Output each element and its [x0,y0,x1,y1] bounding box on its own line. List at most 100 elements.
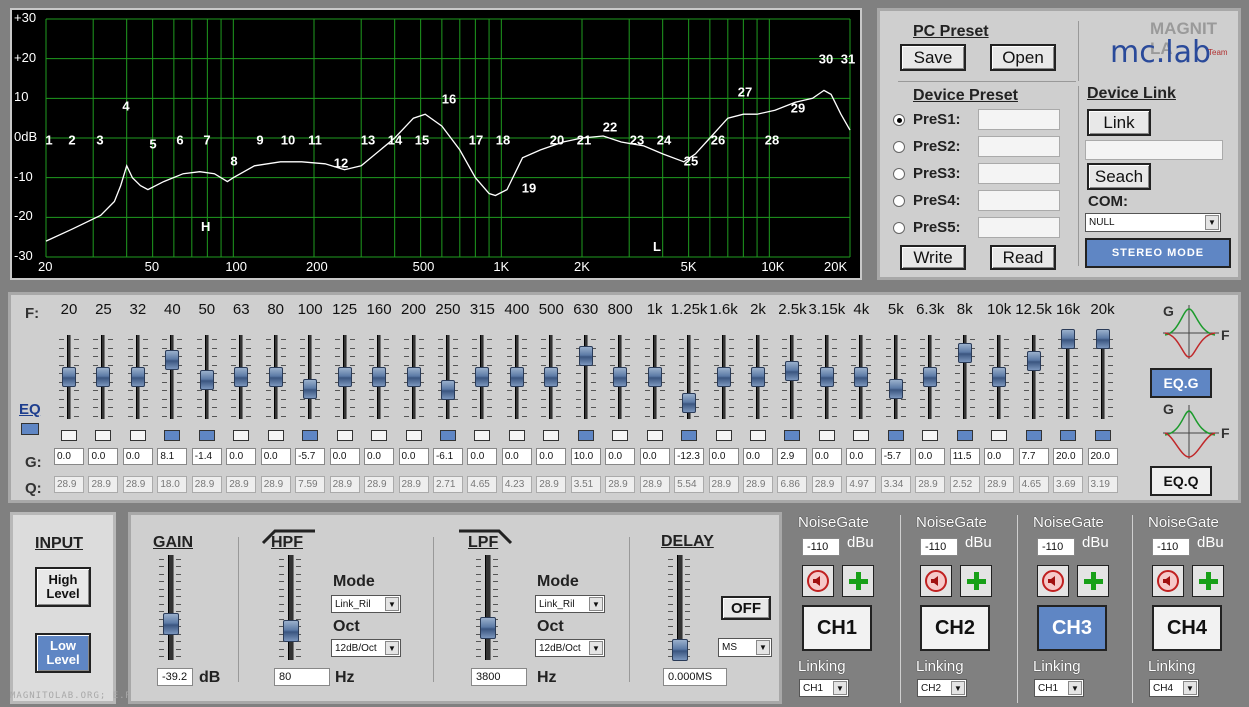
band-gain-field[interactable]: 0.0 [984,448,1015,465]
preset-radio[interactable] [893,141,905,153]
band-number[interactable]: 11 [308,133,322,148]
band-number[interactable]: 2 [68,133,75,148]
mute-button[interactable] [802,565,834,597]
band-q-field[interactable]: 28.9 [743,476,773,493]
band-fader-knob[interactable] [544,367,559,387]
write-button[interactable]: Write [900,245,966,270]
com-select[interactable]: NULL ▼ [1085,213,1221,232]
noisegate-threshold-field[interactable]: -110 [920,538,958,556]
band-q-field[interactable]: 3.51 [570,476,601,493]
read-button[interactable]: Read [990,245,1056,270]
band-enable-led[interactable] [887,430,904,441]
band-number[interactable]: 17 [469,133,483,148]
preset-name-field[interactable] [978,190,1060,211]
band-q-field[interactable]: 4.97 [846,476,877,493]
mute-button[interactable] [920,565,952,597]
fader-track[interactable] [168,555,174,660]
band-q-field[interactable]: 28.9 [984,476,1015,493]
band-gain-field[interactable]: 0.0 [260,448,291,465]
band-fader-knob[interactable] [647,367,662,387]
preset-radio[interactable] [893,168,905,180]
gain-value-field[interactable]: -39.2 [157,668,193,686]
mute-button[interactable] [1152,565,1184,597]
band-enable-led[interactable] [956,430,973,441]
band-q-field[interactable]: 28.9 [260,476,291,493]
band-enable-led[interactable] [267,430,284,441]
band-enable-led[interactable] [129,430,146,441]
band-number[interactable]: 16 [442,92,456,107]
link-status-field[interactable] [1085,140,1223,160]
eq-q-button[interactable]: EQ.Q [1150,466,1212,496]
band-fader-knob[interactable] [957,342,972,363]
band-fader-knob[interactable] [578,346,593,366]
high-level-button[interactable]: High Level [35,567,91,607]
low-level-button[interactable]: Low Level [35,633,91,673]
band-number[interactable]: 15 [415,133,429,148]
preset-name-field[interactable] [978,109,1060,130]
band-enable-led[interactable] [715,430,732,441]
eq-enable-led[interactable] [21,423,39,435]
band-gain-field[interactable]: 0.0 [536,448,567,465]
preset-name-field[interactable] [978,217,1060,238]
lpf-freq-field[interactable]: 3800 [471,668,527,686]
delay-unit-select[interactable]: MS ▼ [718,638,772,657]
band-number[interactable]: 7 [203,133,210,148]
band-enable-led[interactable] [991,430,1008,441]
band-enable-led[interactable] [922,430,939,441]
linking-select[interactable]: CH1 ▼ [799,679,849,697]
band-number[interactable]: 26 [711,133,725,148]
band-fader-knob[interactable] [372,367,387,387]
band-fader-knob[interactable] [406,367,421,387]
band-enable-led[interactable] [577,430,594,441]
band-fader-knob[interactable] [234,367,249,387]
band-q-field[interactable]: 4.65 [1018,476,1049,493]
seach-button[interactable]: Seach [1087,163,1151,190]
band-number[interactable]: 12 [334,156,348,171]
band-gain-field[interactable]: -1.4 [191,448,222,465]
band-number[interactable]: 21 [577,133,591,148]
band-number[interactable]: 10 [281,133,295,148]
band-q-field[interactable]: 28.9 [639,476,670,493]
lpf-oct-select[interactable]: 12dB/Oct ▼ [535,639,605,657]
band-fader-knob[interactable] [819,367,834,387]
band-q-field[interactable]: 28.9 [708,476,739,493]
hpf-mode-select[interactable]: Link_Ril ▼ [331,595,401,613]
band-enable-led[interactable] [336,430,353,441]
band-q-field[interactable]: 5.54 [674,476,705,493]
channel-select-button[interactable]: CH4 [1152,605,1222,651]
band-fader-knob[interactable] [854,367,869,387]
band-fader-track[interactable] [1031,335,1036,419]
band-q-field[interactable]: 28.9 [329,476,360,493]
band-q-field[interactable]: 3.69 [1053,476,1084,493]
band-q-field[interactable]: 4.65 [467,476,498,493]
band-enable-led[interactable] [439,430,456,441]
band-q-field[interactable]: 28.9 [605,476,636,493]
band-fader-knob[interactable] [509,367,524,387]
band-number[interactable]: 14 [388,133,402,148]
preset-radio[interactable] [893,114,905,126]
band-enable-led[interactable] [818,430,835,441]
band-q-field[interactable]: 28.9 [122,476,153,493]
band-fader-knob[interactable] [475,367,490,387]
band-enable-led[interactable] [198,430,215,441]
band-enable-led[interactable] [646,430,663,441]
band-q-field[interactable]: 18.0 [157,476,188,493]
band-number[interactable]: 9 [256,133,263,148]
band-enable-led[interactable] [164,430,181,441]
noisegate-threshold-field[interactable]: -110 [1152,538,1190,556]
band-fader-knob[interactable] [337,367,352,387]
band-enable-led[interactable] [1025,430,1042,441]
band-q-field[interactable]: 28.9 [536,476,567,493]
band-number[interactable]: 27 [738,85,752,100]
hpf-oct-select[interactable]: 12dB/Oct ▼ [331,639,401,657]
band-gain-field[interactable]: -5.7 [880,448,911,465]
band-enable-led[interactable] [61,430,77,441]
band-fader-track[interactable] [170,335,175,419]
band-fader-knob[interactable] [613,367,628,387]
linking-select[interactable]: CH1 ▼ [1034,679,1084,697]
band-number[interactable]: 20 [550,133,564,148]
band-gain-field[interactable]: -6.1 [432,448,463,465]
preset-name-field[interactable] [978,136,1060,157]
band-enable-led[interactable] [1094,430,1111,441]
band-gain-field[interactable]: 11.5 [949,448,980,465]
